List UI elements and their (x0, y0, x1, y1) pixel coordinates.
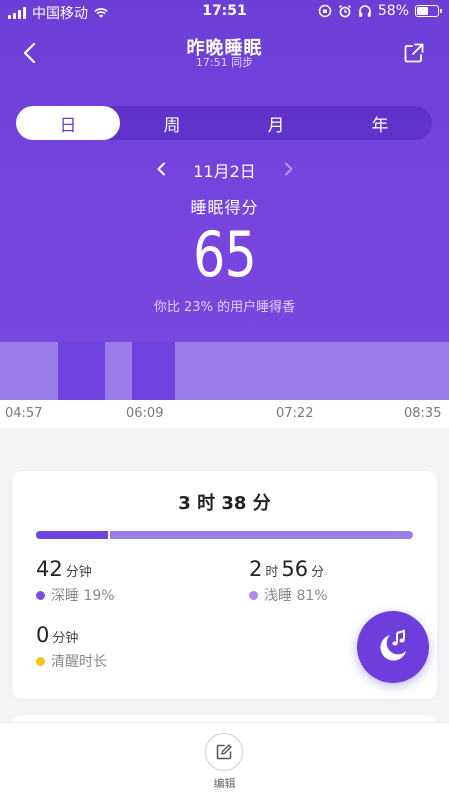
bottom-bar: 编辑 (0, 722, 449, 800)
timeline-axis: 04:57 06:09 07:22 08:35 (0, 400, 449, 428)
sleep-music-button[interactable] (357, 611, 429, 683)
light-sleep-stat: 2 时 56 分 浅睡 81% (249, 557, 328, 605)
period-tabs: 日 周 月 年 (16, 106, 432, 140)
tab-year[interactable]: 年 (328, 106, 432, 140)
deep-sleep-stat: 42 分钟 深睡 19% (36, 557, 115, 605)
tab-month[interactable]: 月 (224, 106, 328, 140)
deep-sleep-value: 42 (36, 557, 63, 581)
awake-value: 0 (36, 623, 50, 647)
deep-sleep-segment (131, 342, 176, 400)
timeline-tick-label: 07:22 (276, 406, 314, 421)
share-icon (404, 43, 424, 63)
deep-sleep-label: 深睡 19% (51, 588, 115, 604)
light-sleep-hour-unit: 时 (265, 565, 279, 580)
sync-status: 17:51 同步 (195, 56, 254, 69)
awake-unit: 分钟 (52, 631, 79, 646)
light-sleep-dot (249, 590, 258, 600)
edit-button[interactable] (205, 733, 243, 771)
awake-stat: 0 分钟 清醒时长 (36, 623, 107, 671)
deep-sleep-segment (57, 342, 106, 400)
deep-sleep-ratio (36, 531, 110, 539)
status-right: 58% (318, 3, 442, 19)
timeline-tick-label: 08:35 (404, 406, 442, 421)
light-sleep-minute-unit: 分 (311, 565, 325, 580)
chevron-right-icon (285, 162, 293, 176)
battery-percent: 58% (377, 3, 409, 19)
edit-icon (216, 744, 232, 760)
moon-music-icon (380, 629, 406, 661)
total-sleep-duration: 3 时 38 分 (12, 489, 437, 515)
timeline-tick-label: 06:09 (126, 406, 164, 421)
edit-label[interactable]: 编辑 (0, 775, 449, 791)
sleep-score: 65 (192, 218, 257, 291)
tab-week[interactable]: 周 (120, 106, 224, 140)
sleep-timeline (0, 342, 449, 400)
rotation-lock-icon (318, 4, 332, 18)
status-bar: 中国移动 17:51 58% (0, 0, 449, 24)
battery-fill (417, 7, 429, 15)
total-hour-unit: 时 (197, 493, 216, 514)
total-minute-unit: 分 (252, 493, 271, 514)
header: 中国移动 17:51 58% 昨晚睡眠 17:51 同步 日 周 月 年 11月… (0, 0, 449, 400)
sleep-ratio-bar (36, 531, 413, 539)
sleep-screen: 中国移动 17:51 58% 昨晚睡眠 17:51 同步 日 周 月 年 11月… (0, 0, 449, 800)
light-sleep-label: 浅睡 81% (264, 588, 328, 604)
battery-icon (415, 5, 442, 17)
score-label: 睡眠得分 (190, 198, 259, 217)
current-date: 11月2日 (193, 162, 256, 181)
deep-sleep-unit: 分钟 (65, 565, 92, 580)
tab-day[interactable]: 日 (16, 106, 120, 140)
nav-bar: 昨晚睡眠 17:51 同步 (0, 30, 449, 74)
date-selector: 11月2日 (0, 156, 449, 182)
total-hours: 3 (178, 493, 191, 514)
awake-dot (36, 656, 45, 666)
light-sleep-minutes: 56 (281, 557, 309, 581)
deep-sleep-dot (36, 590, 45, 600)
next-day-button[interactable] (278, 158, 300, 180)
light-sleep-hours: 2 (249, 557, 263, 581)
headphones-icon (359, 5, 371, 17)
timeline-tick-label: 04:57 (5, 406, 43, 421)
awake-label: 清醒时长 (51, 654, 107, 670)
alarm-icon (338, 4, 351, 18)
share-button[interactable] (399, 38, 429, 68)
total-minutes: 38 (221, 493, 247, 514)
score-comparison: 你比 23% 的用户睡得香 (153, 300, 296, 315)
